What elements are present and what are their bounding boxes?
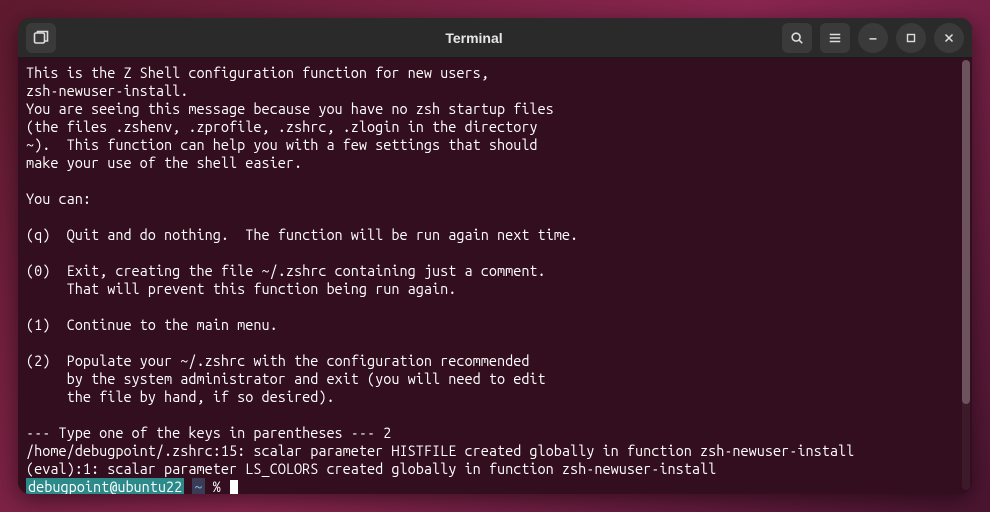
- search-icon: [790, 31, 804, 45]
- prompt-symbol: %: [213, 478, 221, 494]
- scrollbar[interactable]: [962, 60, 970, 490]
- minimize-button[interactable]: [858, 23, 888, 53]
- search-button[interactable]: [782, 23, 812, 53]
- window-title: Terminal: [166, 30, 782, 46]
- new-tab-icon: [33, 30, 49, 46]
- new-tab-button[interactable]: [26, 23, 56, 53]
- close-icon: [942, 31, 956, 45]
- terminal-output[interactable]: This is the Z Shell configuration functi…: [18, 58, 972, 494]
- prompt-user: debugpoint@ubuntu22: [26, 478, 184, 494]
- minimize-icon: [866, 31, 880, 45]
- scrollbar-thumb[interactable]: [962, 60, 970, 404]
- prompt-path: ~: [192, 478, 204, 494]
- hamburger-menu-icon: [828, 31, 842, 45]
- terminal-window: Terminal: [18, 18, 972, 494]
- maximize-button[interactable]: [896, 23, 926, 53]
- menu-button[interactable]: [820, 23, 850, 53]
- titlebar: Terminal: [18, 18, 972, 58]
- close-button[interactable]: [934, 23, 964, 53]
- cursor: [230, 480, 238, 494]
- maximize-icon: [904, 31, 918, 45]
